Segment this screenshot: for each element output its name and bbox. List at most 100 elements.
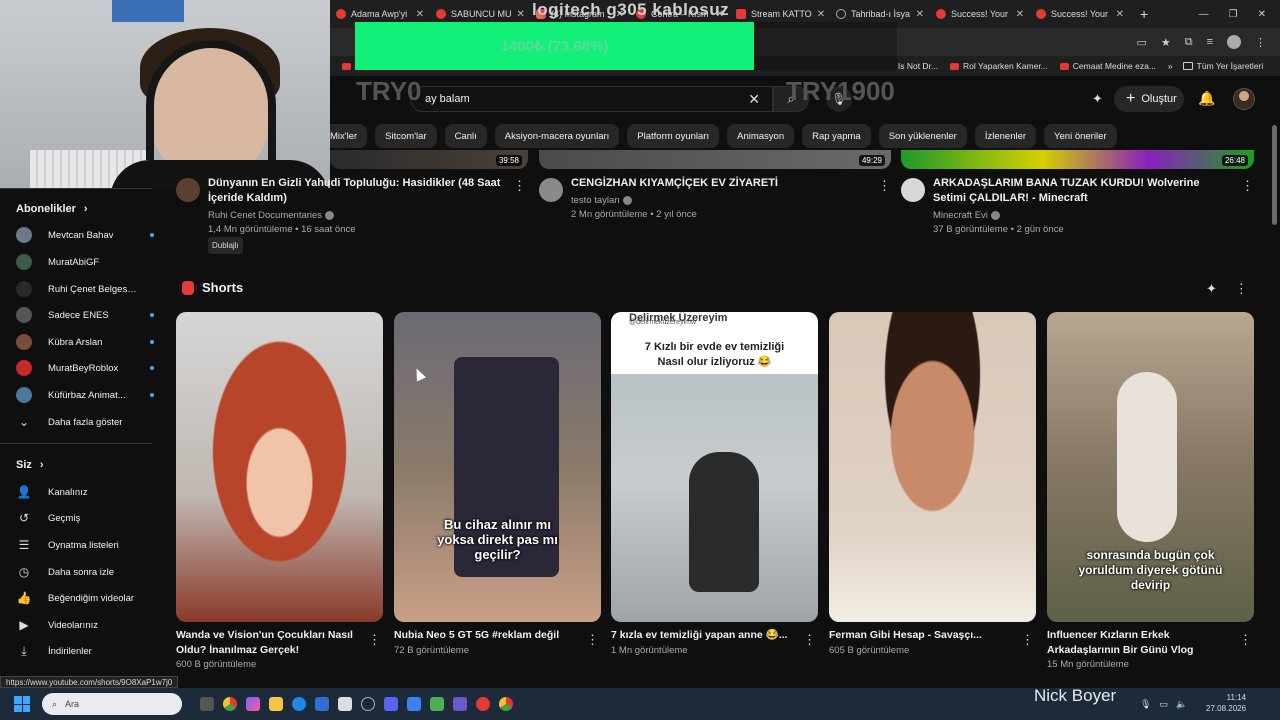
- sidebar-item-subscription[interactable]: Sadece ENES: [16, 302, 154, 328]
- bookmark[interactable]: Cemaat Medine eza...: [1059, 61, 1156, 71]
- notifications-bell-icon[interactable]: 🔔: [1198, 90, 1215, 107]
- sidebar-item-watch-later[interactable]: ◷ Daha sonra izle: [16, 559, 154, 585]
- chip[interactable]: Son yüklenenler: [878, 124, 967, 148]
- close-window-icon[interactable]: ✕: [1258, 9, 1266, 20]
- short-thumbnail[interactable]: Delirmek Üzereyim @delirmekuzereyimtv 7 …: [611, 312, 818, 622]
- close-icon[interactable]: ✕: [416, 9, 424, 20]
- short-title[interactable]: Wanda ve Vision'un Çocukları Nasıl Oldu?…: [176, 628, 361, 658]
- all-bookmarks[interactable]: Tüm Yer İşaretleri: [1182, 61, 1263, 71]
- sidebar-item-subscription[interactable]: MuratAbiGF: [16, 249, 154, 275]
- cast-icon[interactable]: ✦: [1092, 91, 1103, 107]
- copilot-icon[interactable]: [246, 697, 260, 711]
- close-icon[interactable]: ✕: [517, 9, 525, 20]
- more-bookmarks-icon[interactable]: »: [1168, 61, 1173, 71]
- chip[interactable]: İzlenenler: [974, 124, 1037, 148]
- scrollbar[interactable]: [1272, 125, 1277, 225]
- browser-tab[interactable]: Success! Your ✕: [930, 0, 1030, 28]
- edge-icon[interactable]: [292, 697, 306, 711]
- more-options-icon[interactable]: ⋮: [1241, 178, 1254, 194]
- star-icon[interactable]: ★: [1161, 36, 1171, 49]
- close-icon[interactable]: ✕: [1016, 9, 1024, 20]
- sidebar-item-downloads[interactable]: ⤓ İndirilenler: [16, 638, 154, 664]
- clear-search-icon[interactable]: ✕: [748, 91, 760, 108]
- video-title[interactable]: CENGİZHAN KIYAMÇİÇEK EV ZİYARETİ: [571, 176, 871, 191]
- more-options-icon[interactable]: ⋮: [368, 632, 381, 648]
- chip[interactable]: Sitcom'lar: [375, 124, 437, 148]
- close-icon[interactable]: ✕: [916, 9, 924, 20]
- more-options-icon[interactable]: ⋮: [586, 632, 599, 648]
- close-icon[interactable]: ✕: [1116, 9, 1124, 20]
- screen-cast-icon[interactable]: ▭: [1136, 36, 1146, 49]
- minimize-icon[interactable]: —: [1199, 9, 1209, 20]
- mic-icon[interactable]: 🎙: [1140, 699, 1151, 710]
- bookmark[interactable]: Is Not Dr...: [898, 61, 938, 71]
- taskbar-search[interactable]: ⌕ Ara: [42, 693, 182, 715]
- browser-tab[interactable]: Success! Your ✕: [1030, 0, 1130, 28]
- more-options-icon[interactable]: ⋮: [1021, 632, 1034, 648]
- restore-icon[interactable]: ❐: [1229, 9, 1238, 20]
- extensions-icon[interactable]: ⧉: [1185, 36, 1193, 49]
- network-icon[interactable]: ▭: [1159, 699, 1168, 710]
- bookmark[interactable]: Rol Yaparken Kamer...: [950, 61, 1048, 71]
- app-icon[interactable]: [407, 697, 421, 711]
- channel-name[interactable]: Minecraft Evi: [933, 208, 1000, 223]
- steam-icon[interactable]: [361, 697, 375, 711]
- video-thumbnail[interactable]: 39:58: [330, 150, 528, 169]
- more-options-icon[interactable]: ⋮: [878, 178, 891, 194]
- chrome-icon[interactable]: [499, 697, 513, 711]
- chrome-icon[interactable]: [223, 697, 237, 711]
- sidebar-item-liked[interactable]: 👍 Beğendiğim videolar: [16, 585, 154, 611]
- search-input[interactable]: ay balam ✕: [410, 86, 773, 112]
- channel-avatar[interactable]: [176, 178, 200, 202]
- browser-profile-icon[interactable]: [1227, 35, 1241, 49]
- store-icon[interactable]: [315, 697, 329, 711]
- channel-name[interactable]: testo taylan: [571, 193, 632, 208]
- video-thumbnail[interactable]: 26:48: [901, 150, 1254, 169]
- video-title[interactable]: Dünyanın En Gizli Yahudi Topluluğu: Hasi…: [208, 176, 508, 206]
- app-icon[interactable]: [453, 697, 467, 711]
- sidebar-item-subscription[interactable]: Ruhi Çenet Belgese...: [16, 276, 154, 302]
- channel-avatar[interactable]: [901, 178, 925, 202]
- short-thumbnail[interactable]: [829, 312, 1036, 622]
- video-title[interactable]: ARKADAŞLARIM BANA TUZAK KURDU! Wolverine…: [933, 176, 1233, 206]
- sidebar-item-subscription[interactable]: Kübra Arslan: [16, 329, 154, 355]
- channel-name[interactable]: Ruhi Cenet Documentaries: [208, 208, 335, 223]
- close-icon[interactable]: ✕: [817, 9, 825, 20]
- more-options-icon[interactable]: ⋮: [803, 632, 816, 648]
- task-view-icon[interactable]: [200, 697, 214, 711]
- record-icon[interactable]: [476, 697, 490, 711]
- new-tab-icon[interactable]: +: [1130, 6, 1158, 22]
- sidebar-item-subscription[interactable]: Mevtcan Bahav: [16, 222, 154, 248]
- more-options-icon[interactable]: ⋮: [1239, 632, 1252, 648]
- short-title[interactable]: Nubia Neo 5 GT 5G #reklam değil: [394, 628, 579, 643]
- windows-start-icon[interactable]: [14, 696, 30, 712]
- minecraft-icon[interactable]: [430, 697, 444, 711]
- subscriptions-heading[interactable]: Abonelikler ›: [16, 203, 88, 215]
- sidebar-item-subscription[interactable]: MuratBeyRoblox: [16, 355, 154, 381]
- volume-icon[interactable]: 🔈: [1176, 699, 1187, 710]
- you-heading[interactable]: Siz ›: [16, 459, 44, 471]
- short-title[interactable]: Ferman Gibi Hesap - Savaşçı...: [829, 628, 1014, 643]
- chip[interactable]: Rap yapma: [802, 124, 871, 148]
- chip[interactable]: Aksiyon-macera oyunları: [494, 124, 620, 148]
- sidebar-item-your-videos[interactable]: ▶ Videolarınız: [16, 612, 154, 638]
- file-explorer-icon[interactable]: [269, 697, 283, 711]
- media-icon[interactable]: ≡: [1207, 36, 1213, 48]
- sidebar-item-subscription[interactable]: Küfürbaz Animat...: [16, 382, 154, 408]
- xbox-icon[interactable]: [338, 697, 352, 711]
- short-thumbnail[interactable]: [176, 312, 383, 622]
- chip[interactable]: Yeni öneriler: [1044, 124, 1117, 148]
- chip[interactable]: Platform oyunları: [627, 124, 720, 148]
- more-options-icon[interactable]: ⋮: [1235, 281, 1248, 297]
- channel-avatar[interactable]: [539, 178, 563, 202]
- chip[interactable]: Animasyon: [727, 124, 795, 148]
- discord-icon[interactable]: [384, 697, 398, 711]
- sidebar-item-channel[interactable]: 👤 Kanalınız: [16, 479, 154, 505]
- short-thumbnail[interactable]: sonrasında bugün çok yoruldum diyerek gö…: [1047, 312, 1254, 622]
- not-interested-icon[interactable]: ✦: [1206, 281, 1217, 297]
- avatar[interactable]: [1233, 88, 1255, 110]
- short-thumbnail[interactable]: Bu cihaz alınır mı yoksa direkt pas mı g…: [394, 312, 601, 622]
- video-thumbnail[interactable]: 49:29: [539, 150, 891, 169]
- taskbar-clock[interactable]: 11:14 27.08.2026: [1206, 692, 1246, 714]
- short-title[interactable]: Influencer Kızların Erkek Arkadaşlarının…: [1047, 628, 1232, 658]
